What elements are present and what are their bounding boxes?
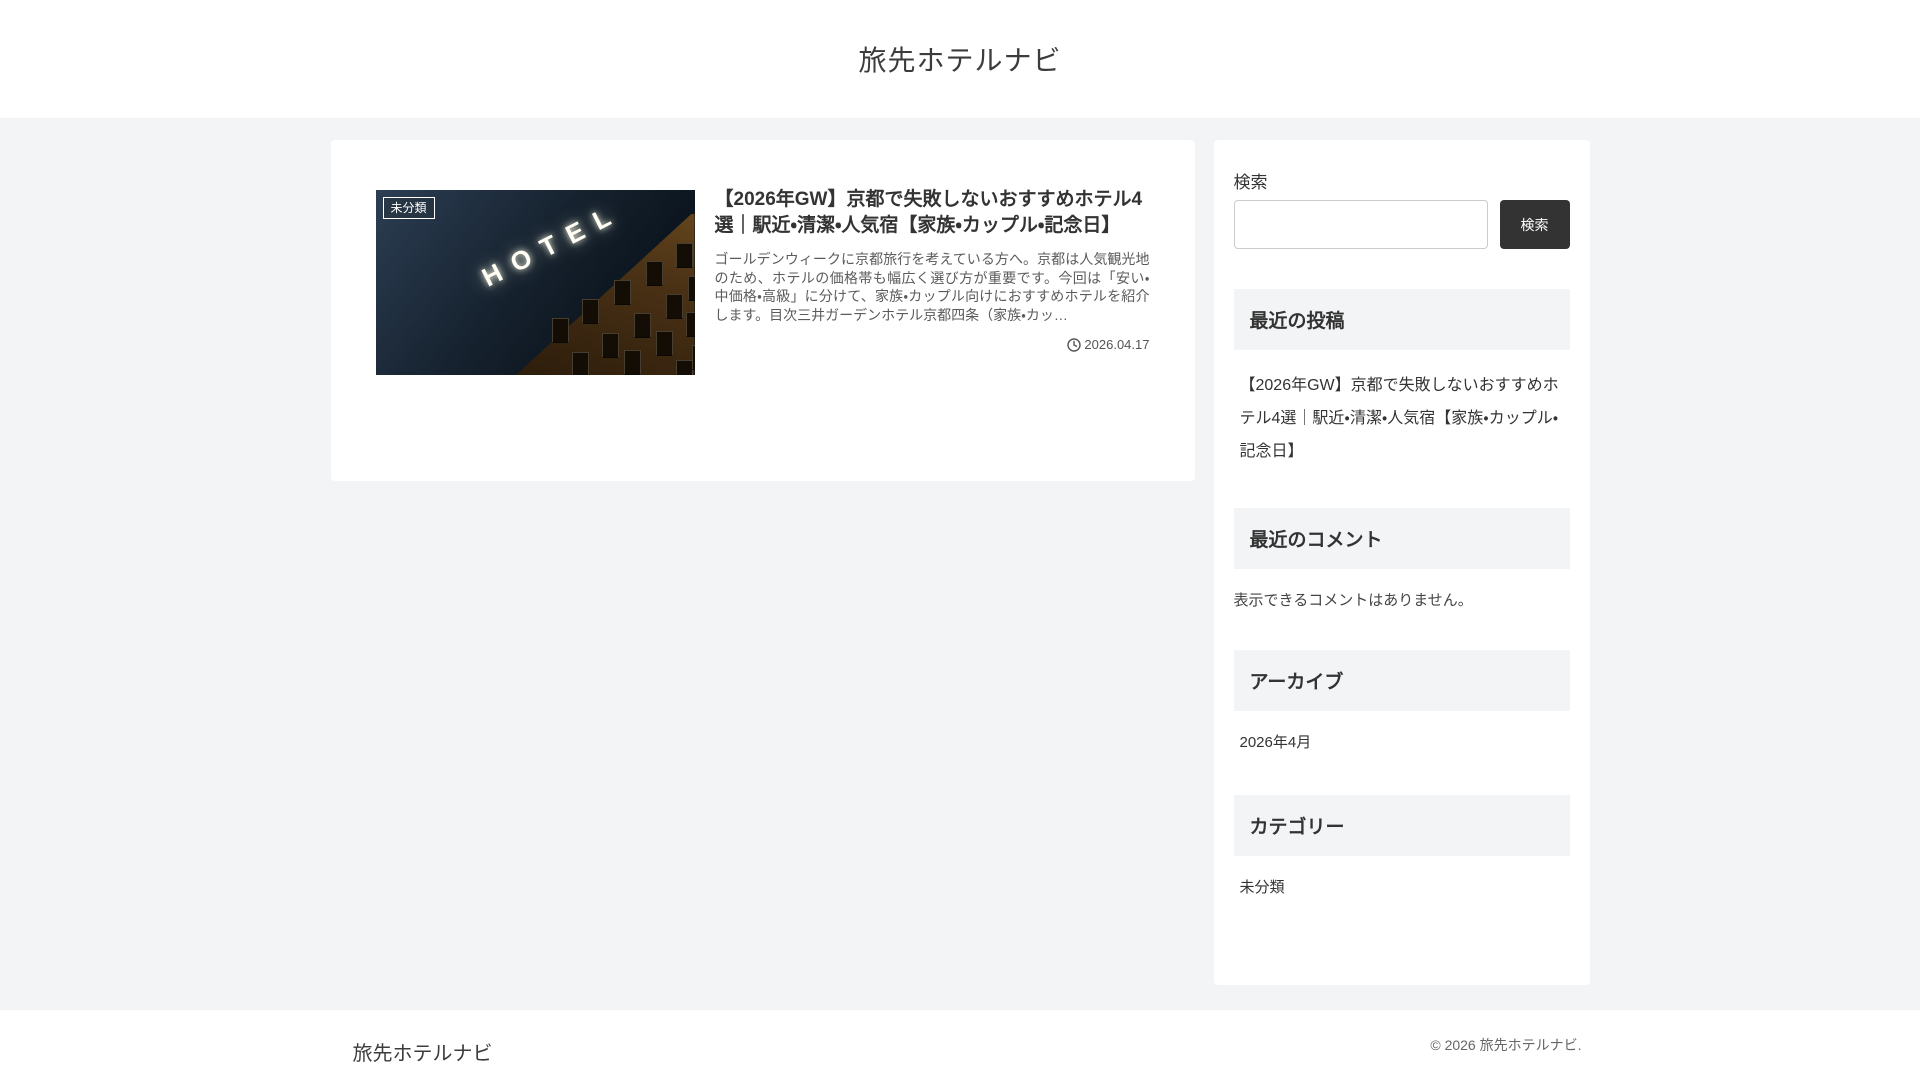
search-label: 検索	[1233, 173, 1268, 192]
list-item: 【2026年GW】京都で失敗しないおすすめホテル4選｜駅近・清潔・人気宿【家族・…	[1234, 370, 1570, 468]
entry-title[interactable]: 【2026年GW】京都で失敗しないおすすめホテル4選｜駅近・清潔・人気宿【家族・…	[715, 187, 1150, 239]
entry-date: 2026.04.17	[1084, 337, 1150, 353]
list-item: 2026年4月	[1234, 731, 1570, 755]
archive-widget: アーカイブ 2026年4月	[1233, 650, 1570, 755]
footer-copyright: © 2026 旅先ホテルナビ.	[1430, 1037, 1582, 1053]
list-item: 未分類	[1234, 876, 1570, 900]
hotel-neon-sign: HOTEL	[476, 196, 627, 293]
site-title-link[interactable]: 旅先ホテルナビ	[858, 39, 1061, 79]
recent-posts-widget: 最近の投稿 【2026年GW】京都で失敗しないおすすめホテル4選｜駅近・清潔・人…	[1233, 289, 1570, 468]
main-column: HOTEL 未分類 【2026年GW】京都で失敗しないおすすめホテル4選｜駅近・…	[330, 140, 1195, 481]
search-widget: 検索 検索	[1233, 168, 1570, 249]
recent-comments-empty-message: 表示できるコメントはありません。	[1233, 592, 1473, 610]
footer-site-name[interactable]: 旅先ホテルナビ	[353, 1025, 493, 1066]
entry-thumbnail[interactable]: HOTEL 未分類	[375, 190, 695, 375]
site-footer: 旅先ホテルナビ © 2026 旅先ホテルナビ.	[0, 1010, 1920, 1080]
category-badge: 未分類	[382, 197, 435, 220]
recent-posts-heading: 最近の投稿	[1233, 289, 1570, 350]
archive-link[interactable]: 2026年4月	[1240, 731, 1312, 755]
recent-comments-heading: 最近のコメント	[1233, 508, 1570, 570]
entry-meta: 2026.04.17	[715, 337, 1150, 352]
entry-excerpt: ゴールデンウィークに京都旅行を考えている方へ。京都は人気観光地のため、ホテルの価…	[714, 251, 1150, 323]
categories-heading: カテゴリー	[1233, 795, 1570, 857]
archive-heading: アーカイブ	[1233, 650, 1570, 712]
content-wrapper: HOTEL 未分類 【2026年GW】京都で失敗しないおすすめホテル4選｜駅近・…	[330, 118, 1590, 985]
search-button[interactable]: 検索	[1499, 200, 1570, 249]
clock-icon	[1067, 338, 1082, 352]
entry-text-block: 【2026年GW】京都で失敗しないおすすめホテル4選｜駅近・清潔・人気宿【家族・…	[714, 187, 1150, 375]
recent-post-link[interactable]: 【2026年GW】京都で失敗しないおすすめホテル4選｜駅近・清潔・人気宿【家族・…	[1240, 370, 1570, 468]
site-header: 旅先ホテルナビ	[0, 0, 1920, 118]
entry-card-inner: HOTEL 未分類 【2026年GW】京都で失敗しないおすすめホテル4選｜駅近・…	[375, 187, 1150, 375]
entry-card[interactable]: HOTEL 未分類 【2026年GW】京都で失敗しないおすすめホテル4選｜駅近・…	[330, 140, 1195, 481]
recent-comments-widget: 最近のコメント 表示できるコメントはありません。	[1233, 508, 1570, 610]
category-link[interactable]: 未分類	[1240, 876, 1285, 900]
search-input[interactable]	[1233, 200, 1488, 249]
sidebar: 検索 検索 最近の投稿 【2026年GW】京都で失敗しないおすすめホテル4選｜駅…	[1213, 140, 1590, 985]
categories-widget: カテゴリー 未分類	[1233, 795, 1570, 900]
